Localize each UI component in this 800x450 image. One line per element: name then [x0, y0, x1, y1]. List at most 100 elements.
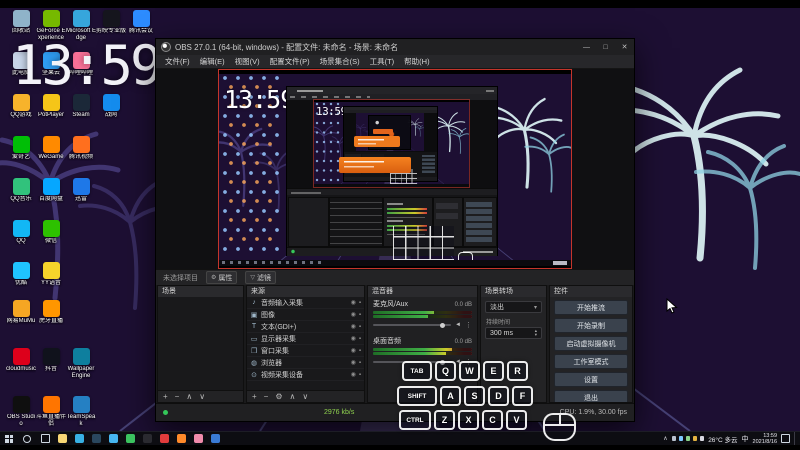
- add-icon[interactable]: +: [163, 391, 168, 403]
- desktop-icon[interactable]: QQ游戏: [6, 94, 36, 119]
- taskbar-app-edge[interactable]: [71, 432, 88, 446]
- visibility-icon[interactable]: ◉: [351, 347, 356, 354]
- menu-item[interactable]: 工具(T): [365, 56, 400, 67]
- taskbar-app-steam[interactable]: [88, 432, 105, 446]
- desktop-icon[interactable]: Wallpaper Engine: [66, 348, 96, 379]
- remove-icon[interactable]: −: [175, 391, 180, 403]
- properties-icon[interactable]: ⚙: [275, 391, 282, 403]
- taskbar-clock[interactable]: 13:59 2021/8/16: [753, 433, 777, 445]
- spinner-arrows-icon[interactable]: ▴ ▾: [535, 328, 537, 338]
- source-row[interactable]: ⊙ 视频采集设备 ◉ ▪: [247, 369, 364, 381]
- control-button[interactable]: 退出: [554, 390, 628, 402]
- move-up-icon[interactable]: ∧: [290, 391, 296, 403]
- window-titlebar[interactable]: OBS 27.0.1 (64-bit, windows) - 配置文件: 未命名…: [156, 39, 634, 55]
- weather-status[interactable]: 26°C 多云: [708, 434, 737, 444]
- speaker-icon[interactable]: ◄: [455, 359, 461, 365]
- desktop-icon[interactable]: 爱奇艺: [6, 136, 36, 161]
- lock-icon[interactable]: ▪: [359, 360, 361, 366]
- desktop-icon[interactable]: 网易MuMu: [6, 300, 36, 325]
- source-row[interactable]: ▭ 显示器采集 ◉ ▪: [247, 333, 364, 345]
- preview-canvas[interactable]: 13:59 13:59: [156, 69, 634, 269]
- control-button[interactable]: 开始录制: [554, 318, 628, 333]
- visibility-icon[interactable]: ◉: [351, 299, 356, 306]
- source-row[interactable]: ▣ 图像 ◉ ▪: [247, 309, 364, 321]
- lock-icon[interactable]: ▪: [359, 324, 361, 330]
- visibility-icon[interactable]: ◉: [351, 359, 356, 366]
- desktop-icon[interactable]: 战网: [96, 94, 126, 119]
- volume-slider[interactable]: [373, 359, 452, 365]
- menu-item[interactable]: 场景集合(S): [315, 56, 365, 67]
- desktop-icon[interactable]: 腾讯会议: [126, 10, 156, 35]
- search-button[interactable]: [18, 432, 36, 446]
- desktop-icon[interactable]: 百度网盘: [36, 178, 66, 203]
- source-row[interactable]: ◍ 浏览器 ◉ ▪: [247, 357, 364, 369]
- lock-icon[interactable]: ▪: [359, 300, 361, 306]
- taskbar-app-obs-studio[interactable]: [139, 432, 156, 446]
- visibility-icon[interactable]: ◉: [351, 323, 356, 330]
- desktop-icon[interactable]: 斗鱼直播伴侣: [36, 396, 66, 427]
- desktop-icon[interactable]: 优酷: [6, 262, 36, 287]
- desktop-icon[interactable]: YY语音: [36, 262, 66, 287]
- visibility-icon[interactable]: ◉: [351, 371, 356, 378]
- lock-icon[interactable]: ▪: [359, 312, 361, 318]
- minimize-button[interactable]: —: [577, 39, 596, 55]
- control-button[interactable]: 启动虚拟摄像机: [554, 336, 628, 351]
- notification-center-icon[interactable]: [781, 434, 790, 443]
- taskbar-app-netease-music[interactable]: [156, 432, 173, 446]
- desktop-icon[interactable]: 回收站: [6, 10, 36, 35]
- lock-icon[interactable]: ▪: [359, 372, 361, 378]
- source-row[interactable]: ♪ 音频输入采集 ◉ ▪: [247, 297, 364, 309]
- control-button[interactable]: 开始推流: [554, 300, 628, 315]
- remove-icon[interactable]: −: [264, 391, 269, 403]
- control-button[interactable]: 设置: [554, 372, 628, 387]
- desktop-icon[interactable]: PotPlayer: [36, 94, 66, 119]
- taskbar-app-douyu[interactable]: [173, 432, 190, 446]
- menu-item[interactable]: 配置文件(P): [265, 56, 315, 67]
- tray-icon[interactable]: [685, 436, 691, 441]
- desktop-icon[interactable]: cloudmusic: [6, 348, 36, 373]
- close-button[interactable]: ✕: [615, 39, 634, 55]
- desktop-icon[interactable]: QQ音乐: [6, 178, 36, 203]
- obs-window[interactable]: OBS 27.0.1 (64-bit, windows) - 配置文件: 未命名…: [155, 38, 635, 422]
- tray-icon[interactable]: [671, 436, 677, 441]
- speaker-icon[interactable]: ◄: [455, 322, 461, 328]
- taskbar-app-bilibili[interactable]: [190, 432, 207, 446]
- slider-knob[interactable]: [440, 359, 446, 365]
- desktop-icon[interactable]: QQ: [6, 220, 36, 245]
- ime-indicator[interactable]: 中: [742, 434, 749, 444]
- track-menu-icon[interactable]: ⋮: [465, 358, 472, 366]
- desktop-icon[interactable]: 抖音: [36, 348, 66, 373]
- desktop-icon[interactable]: TeamSpeak: [66, 396, 96, 427]
- menu-item[interactable]: 视图(V): [230, 56, 265, 67]
- visibility-icon[interactable]: ◉: [351, 311, 356, 318]
- transition-select[interactable]: 淡出 ▾: [485, 301, 542, 313]
- desktop-icon[interactable]: OBS Studio: [6, 396, 36, 427]
- scenes-list[interactable]: [158, 297, 243, 390]
- control-button[interactable]: 工作室模式: [554, 354, 628, 369]
- sources-list[interactable]: ♪ 音频输入采集 ◉ ▪ ▣ 图像 ◉ ▪ T 文本(GDI+) ◉ ▪ ▭ 显示器采集 ◉ ▪ ❒ 窗口采集 ◉ ▪…: [247, 297, 364, 390]
- desktop-icon[interactable]: 微信: [36, 220, 66, 245]
- taskbar-app-file-explorer[interactable]: [54, 432, 71, 446]
- visibility-icon[interactable]: ◉: [351, 335, 356, 342]
- desktop-icon[interactable]: 迅雷: [66, 178, 96, 203]
- lock-icon[interactable]: ▪: [359, 348, 361, 354]
- task-view-button[interactable]: [36, 432, 54, 446]
- source-row[interactable]: T 文本(GDI+) ◉ ▪: [247, 321, 364, 333]
- lock-icon[interactable]: ▪: [359, 336, 361, 342]
- menu-item[interactable]: 编辑(E): [195, 56, 230, 67]
- taskbar-app-wechat[interactable]: [122, 432, 139, 446]
- start-button[interactable]: [0, 432, 18, 446]
- tray-icon[interactable]: [692, 436, 698, 441]
- show-desktop-button[interactable]: [794, 431, 798, 446]
- menu-item[interactable]: 帮助(H): [399, 56, 434, 67]
- menu-bar[interactable]: 文件(F) 编辑(E) 视图(V) 配置文件(P) 场景集合(S) 工具(T) 帮助(H): [156, 55, 634, 69]
- slider-knob[interactable]: [440, 322, 446, 328]
- move-down-icon[interactable]: ∨: [199, 391, 205, 403]
- desktop-icon[interactable]: 剪映专业版: [96, 10, 126, 35]
- move-down-icon[interactable]: ∨: [302, 391, 308, 403]
- maximize-button[interactable]: □: [596, 39, 615, 55]
- track-menu-icon[interactable]: ⋮: [465, 321, 472, 329]
- duration-spinner[interactable]: 300 ms ▴ ▾: [485, 327, 542, 339]
- tray-icon[interactable]: [678, 436, 684, 441]
- tray-expand-icon[interactable]: ∧: [663, 435, 667, 442]
